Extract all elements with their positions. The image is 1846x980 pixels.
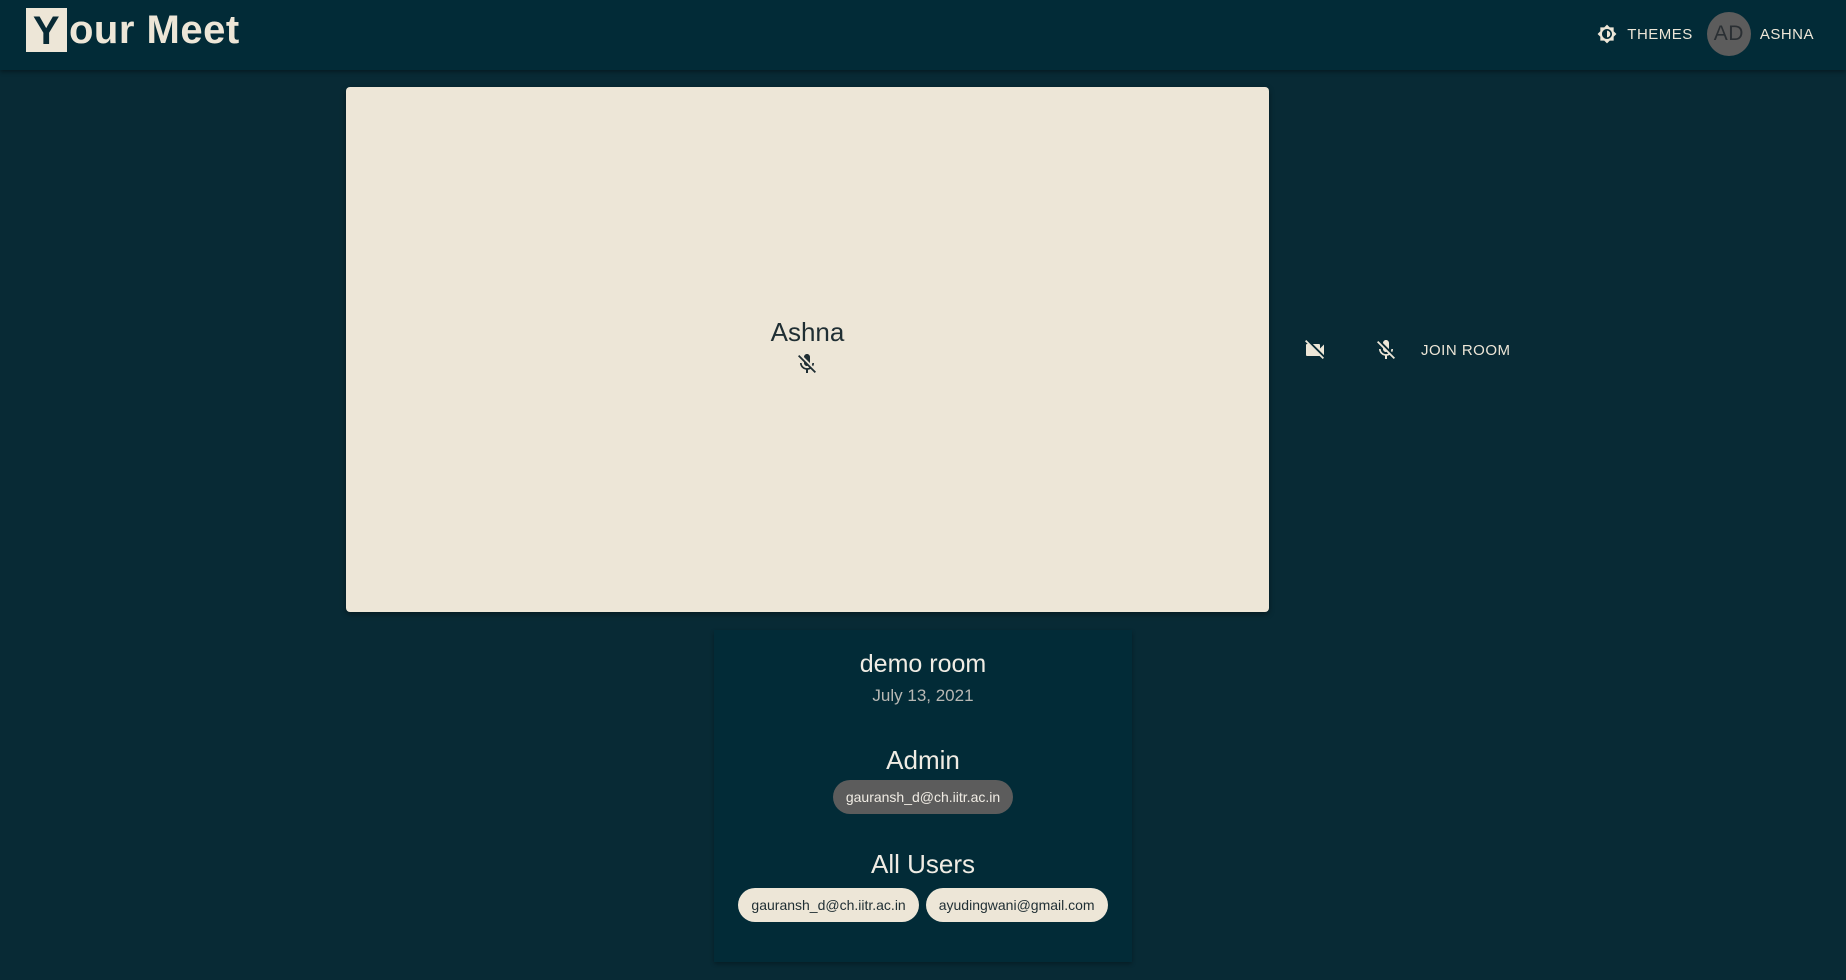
camera-toggle-button[interactable]: [1300, 335, 1330, 365]
user-menu-button[interactable]: AD ASHNA: [1706, 12, 1814, 56]
admin-list: gauransh_d@ch.iitr.ac.in: [714, 780, 1132, 814]
logo-text: our Meet: [69, 7, 240, 52]
participant-name: Ashna: [770, 317, 845, 347]
join-room-button[interactable]: JOIN ROOM: [1421, 342, 1511, 359]
user-chip[interactable]: ayudingwani@gmail.com: [925, 888, 1108, 922]
mic-off-icon: [798, 354, 816, 373]
header-actions: THEMES AD ASHNA: [1597, 12, 1814, 56]
brightness-icon: [1597, 24, 1617, 44]
app-logo[interactable]: Your Meet: [26, 7, 240, 53]
themes-button[interactable]: THEMES: [1597, 24, 1693, 44]
user-list: gauransh_d@ch.iitr.ac.in ayudingwani@gma…: [714, 888, 1132, 922]
themes-label: THEMES: [1627, 25, 1693, 43]
room-info-card: demo room July 13, 2021 Admin gauransh_d…: [714, 630, 1132, 962]
mic-off-icon: [1377, 340, 1395, 359]
user-chip[interactable]: gauransh_d@ch.iitr.ac.in: [738, 888, 919, 922]
videocam-off-icon: [1305, 340, 1324, 359]
logo-initial: Y: [26, 8, 67, 53]
app-bar: Your Meet THEMES AD ASHNA: [0, 0, 1846, 70]
video-preview: Ashna: [346, 87, 1269, 612]
admin-heading: Admin: [886, 745, 960, 775]
pre-join-controls: JOIN ROOM: [1300, 335, 1511, 365]
room-date: July 13, 2021: [872, 686, 974, 705]
all-users-heading: All Users: [870, 849, 975, 879]
mic-toggle-button[interactable]: [1371, 335, 1401, 365]
admin-chip[interactable]: gauransh_d@ch.iitr.ac.in: [832, 780, 1014, 814]
avatar: AD: [1706, 12, 1751, 56]
room-name: demo room: [859, 650, 987, 678]
user-name: ASHNA: [1759, 25, 1814, 43]
